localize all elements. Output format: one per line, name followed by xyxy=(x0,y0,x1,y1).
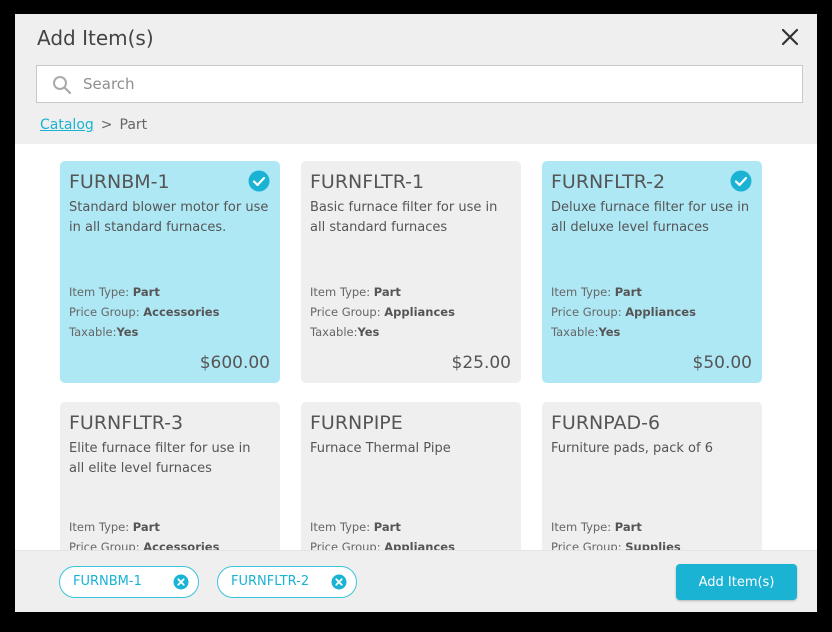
breadcrumb: Catalog > Part xyxy=(40,117,147,133)
item-code: FURNBM-1 xyxy=(69,171,170,193)
item-card-furnpad-6[interactable]: FURNPAD-6 Furniture pads, pack of 6 Item… xyxy=(542,402,762,550)
price-group-value: Accessories xyxy=(143,540,220,550)
item-description: Standard blower motor for use in all sta… xyxy=(69,200,269,235)
selected-chip-furnfltr-2: FURNFLTR-2 xyxy=(217,566,357,598)
item-description: Elite furnace filter for use in all elit… xyxy=(69,441,251,476)
selected-chip-furnbm-1: FURNBM-1 xyxy=(59,566,199,598)
price-group-value: Accessories xyxy=(143,305,220,319)
item-type-label: Item Type: xyxy=(69,520,130,534)
item-meta: Item Type: Part Price Group: Appliances … xyxy=(310,282,455,342)
item-meta: Item Type: Part Price Group: Appliances … xyxy=(551,282,696,342)
item-type-label: Item Type: xyxy=(310,520,371,534)
dialog-footer: FURNBM-1 FURNFLTR-2 Add Item(s) xyxy=(15,550,817,612)
price-group-label: Price Group: xyxy=(551,540,622,550)
breadcrumb-catalog-link[interactable]: Catalog xyxy=(40,117,94,133)
item-type-label: Item Type: xyxy=(551,285,612,299)
item-code: FURNFLTR-2 xyxy=(551,171,666,193)
price-group-value: Appliances xyxy=(384,305,455,319)
item-type-value: Part xyxy=(132,285,160,299)
remove-chip-icon[interactable] xyxy=(173,574,189,590)
taxable-label: Taxable: xyxy=(310,325,358,339)
price-group-label: Price Group: xyxy=(69,540,140,550)
dialog-title: Add Item(s) xyxy=(37,26,154,50)
item-description: Furnace Thermal Pipe xyxy=(310,441,451,456)
checkmark-icon xyxy=(248,170,270,192)
item-code: FURNPIPE xyxy=(310,412,403,434)
remove-chip-icon[interactable] xyxy=(331,574,347,590)
item-code: FURNPAD-6 xyxy=(551,412,661,434)
taxable-value: Yes xyxy=(357,325,380,339)
price-group-value: Appliances xyxy=(384,540,455,550)
item-type-value: Part xyxy=(373,520,401,534)
price-group-label: Price Group: xyxy=(310,305,381,319)
chip-label: FURNFLTR-2 xyxy=(231,574,310,589)
add-items-dialog: Add Item(s) Catalog > Part FURNBM-1 Standa… xyxy=(15,14,817,612)
item-meta: Item Type: Part Price Group: Accessories… xyxy=(69,282,219,342)
close-icon[interactable] xyxy=(779,26,801,48)
taxable-label: Taxable: xyxy=(69,325,117,339)
item-type-value: Part xyxy=(614,520,642,534)
price-group-value: Appliances xyxy=(625,305,696,319)
item-description: Deluxe furnace filter for use in all del… xyxy=(551,200,750,235)
item-code: FURNFLTR-3 xyxy=(69,412,184,434)
breadcrumb-separator: > xyxy=(100,117,113,133)
price-group-label: Price Group: xyxy=(69,305,140,319)
breadcrumb-current: Part xyxy=(119,117,148,133)
item-price: $50.00 xyxy=(692,353,752,373)
add-items-button[interactable]: Add Item(s) xyxy=(676,564,797,600)
item-description: Basic furnace filter for use in all stan… xyxy=(310,200,498,235)
item-meta: Item Type: Part Price Group: Accessories xyxy=(69,517,219,550)
item-type-value: Part xyxy=(614,285,642,299)
price-group-value: Supplies xyxy=(625,540,681,550)
item-meta: Item Type: Part Price Group: Supplies xyxy=(551,517,681,550)
item-type-label: Item Type: xyxy=(551,520,612,534)
item-card-furnfltr-3[interactable]: FURNFLTR-3 Elite furnace filter for use … xyxy=(60,402,280,550)
item-price: $600.00 xyxy=(199,353,270,373)
chip-label: FURNBM-1 xyxy=(73,574,142,589)
search-box xyxy=(36,65,803,103)
price-group-label: Price Group: xyxy=(551,305,622,319)
item-description: Furniture pads, pack of 6 xyxy=(551,441,713,456)
item-card-furnpipe[interactable]: FURNPIPE Furnace Thermal Pipe Item Type:… xyxy=(301,402,521,550)
item-type-value: Part xyxy=(373,285,401,299)
item-card-furnfltr-1[interactable]: FURNFLTR-1 Basic furnace filter for use … xyxy=(301,161,521,383)
item-price: $25.00 xyxy=(451,353,511,373)
taxable-label: Taxable: xyxy=(551,325,599,339)
item-card-furnbm-1[interactable]: FURNBM-1 Standard blower motor for use i… xyxy=(60,161,280,383)
price-group-label: Price Group: xyxy=(310,540,381,550)
item-card-furnfltr-2[interactable]: FURNFLTR-2 Deluxe furnace filter for use… xyxy=(542,161,762,383)
search-icon xyxy=(53,76,72,95)
item-type-label: Item Type: xyxy=(310,285,371,299)
item-meta: Item Type: Part Price Group: Appliances xyxy=(310,517,455,550)
checkmark-icon xyxy=(730,170,752,192)
item-type-label: Item Type: xyxy=(69,285,130,299)
taxable-value: Yes xyxy=(116,325,139,339)
search-input[interactable] xyxy=(83,66,783,102)
item-grid: FURNBM-1 Standard blower motor for use i… xyxy=(15,144,817,550)
item-code: FURNFLTR-1 xyxy=(310,171,425,193)
taxable-value: Yes xyxy=(598,325,621,339)
item-type-value: Part xyxy=(132,520,160,534)
